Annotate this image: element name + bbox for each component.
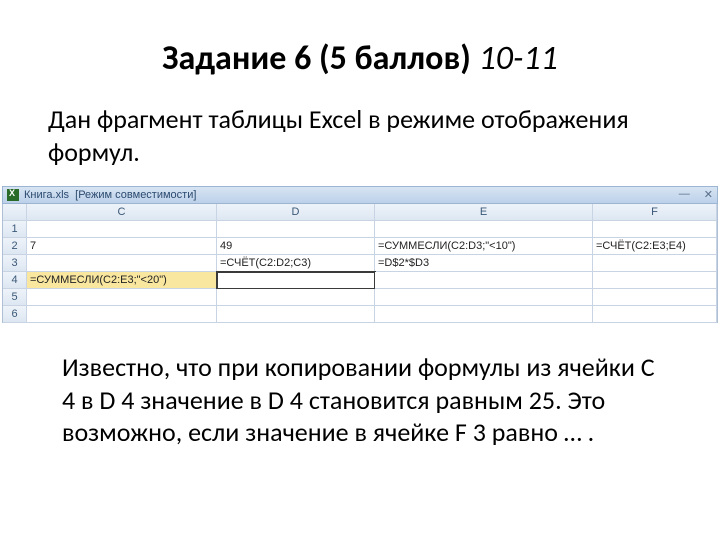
cell-e3[interactable]: =D$2*$D3 [375, 255, 593, 272]
row-header-5[interactable]: 5 [3, 289, 27, 306]
cell-d2[interactable]: 49 [217, 238, 375, 255]
row-header-3[interactable]: 3 [3, 255, 27, 272]
row-header-6[interactable]: 6 [3, 306, 27, 323]
cell-c3[interactable] [27, 255, 217, 272]
row-header-2[interactable]: 2 [3, 238, 27, 255]
cell-f2[interactable]: =СЧЁТ(C2:E3;E4) [593, 238, 717, 255]
cell-c1[interactable] [27, 221, 217, 238]
excel-titlebar: Книга.xls [Режим совместимости] — ✕ [2, 186, 718, 204]
close-icon[interactable]: ✕ [704, 188, 713, 201]
intro-text: Дан фрагмент таблицы Excel в режиме отоб… [48, 103, 672, 168]
excel-fragment: Книга.xls [Режим совместимости] — ✕ C D … [2, 186, 718, 323]
cell-e4[interactable] [375, 272, 593, 289]
cell-e2[interactable]: =СУММЕСЛИ(C2:D3;"<10") [375, 238, 593, 255]
select-all-corner[interactable] [3, 204, 27, 221]
title-italic: 10-11 [479, 38, 558, 79]
excel-icon [7, 189, 19, 201]
cell-d5[interactable] [217, 289, 375, 306]
slide-title: Задание 6 (5 баллов) 10-11 [48, 38, 672, 79]
row-header-1[interactable]: 1 [3, 221, 27, 238]
col-header-e[interactable]: E [375, 204, 593, 221]
cell-f6[interactable] [593, 306, 717, 323]
cell-c4[interactable]: =СУММЕСЛИ(C2:E3;"<20") [27, 272, 217, 289]
cell-c6[interactable] [27, 306, 217, 323]
cell-d1[interactable] [217, 221, 375, 238]
workbook-name: Книга.xls [Режим совместимости] [24, 189, 196, 201]
minimize-icon[interactable]: — [679, 188, 690, 201]
cell-d6[interactable] [217, 306, 375, 323]
cell-e6[interactable] [375, 306, 593, 323]
outro-text: Известно, что при копировании формулы из… [48, 351, 672, 449]
col-header-c[interactable]: C [27, 204, 217, 221]
cell-f1[interactable] [593, 221, 717, 238]
cell-f4[interactable] [593, 272, 717, 289]
cell-c2[interactable]: 7 [27, 238, 217, 255]
cell-f5[interactable] [593, 289, 717, 306]
col-header-d[interactable]: D [217, 204, 375, 221]
row-header-4[interactable]: 4 [3, 272, 27, 289]
title-bold: Задание 6 (5 баллов) [162, 38, 478, 79]
cell-e1[interactable] [375, 221, 593, 238]
cell-d4[interactable] [217, 272, 375, 289]
col-header-f[interactable]: F [593, 204, 717, 221]
column-headers: C D E F [2, 204, 718, 221]
cell-c5[interactable] [27, 289, 217, 306]
cell-d3[interactable]: =СЧЁТ(C2:D2;C3) [217, 255, 375, 272]
cell-e5[interactable] [375, 289, 593, 306]
cell-f3[interactable] [593, 255, 717, 272]
